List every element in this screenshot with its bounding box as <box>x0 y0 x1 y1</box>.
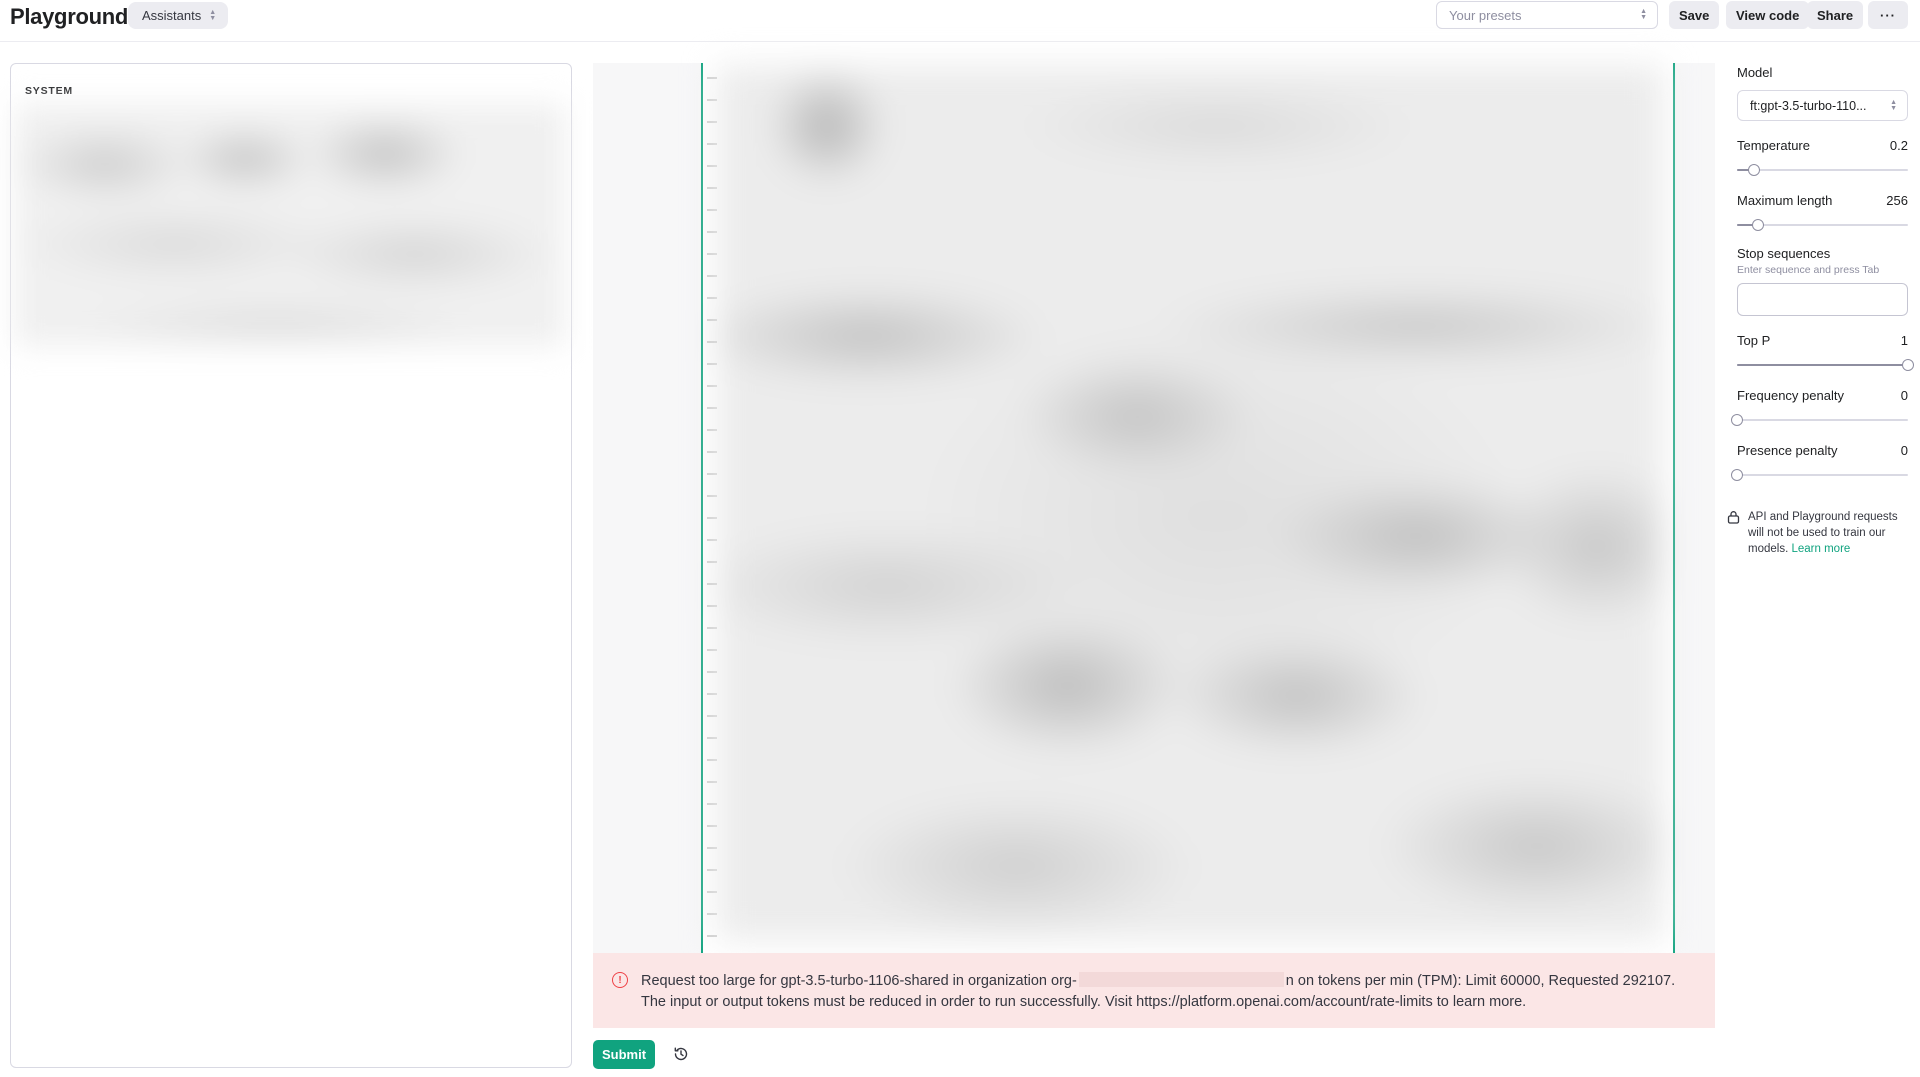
max-length-value[interactable]: 256 <box>1886 193 1908 208</box>
save-button[interactable]: Save <box>1669 1 1720 29</box>
top-header: Playground Assistants ▲ ▼ Your presets ▲ ▼… <box>0 0 1920 42</box>
submit-button[interactable]: Submit <box>593 1040 655 1069</box>
error-message: Request too large for gpt-3.5-turbo-1106… <box>641 971 1681 1013</box>
more-icon: ··· <box>1880 7 1896 23</box>
temperature-control: Temperature 0.2 <box>1737 138 1908 176</box>
chevron-updown-icon: ▲ ▼ <box>1890 98 1897 112</box>
system-label: SYSTEM <box>25 85 73 97</box>
slider-thumb[interactable] <box>1731 469 1743 481</box>
frequency-penalty-slider[interactable] <box>1731 414 1908 426</box>
presence-penalty-control: Presence penalty 0 <box>1731 443 1908 481</box>
slider-thumb[interactable] <box>1752 219 1765 231</box>
presets-placeholder: Your presets <box>1449 7 1522 23</box>
view-code-button[interactable]: View code <box>1726 1 1810 29</box>
chevron-updown-icon: ▲ ▼ <box>209 8 217 22</box>
user-message-editor[interactable] <box>701 63 1675 953</box>
temperature-value[interactable]: 0.2 <box>1890 138 1908 153</box>
alert-circle-icon: ! <box>612 972 628 988</box>
top-p-label: Top P <box>1737 333 1771 348</box>
top-p-slider[interactable] <box>1737 359 1914 371</box>
history-icon <box>674 1047 688 1061</box>
system-prompt-text-blurred[interactable] <box>15 104 565 346</box>
max-length-control: Maximum length 256 <box>1737 193 1908 231</box>
stop-sequences-input[interactable] <box>1737 283 1908 316</box>
stop-sequences-label: Stop sequences <box>1737 246 1831 261</box>
max-length-slider[interactable] <box>1737 219 1908 231</box>
learn-more-link[interactable]: Learn more <box>1791 543 1850 555</box>
conversation-area <box>593 63 1715 953</box>
slider-thumb[interactable] <box>1902 359 1914 371</box>
redacted-org-id <box>1078 972 1284 987</box>
stop-sequences-control: Stop sequences Enter sequence and press … <box>1737 246 1908 316</box>
message-text-edge <box>707 63 717 953</box>
mode-selector[interactable]: Assistants ▲ ▼ <box>128 2 229 29</box>
top-p-value[interactable]: 1 <box>1901 333 1908 348</box>
slider-thumb[interactable] <box>1731 414 1743 426</box>
model-select[interactable]: ft:gpt-3.5-turbo-110... ▲ ▼ <box>1737 90 1908 121</box>
slider-fill <box>1737 364 1908 366</box>
top-p-control: Top P 1 <box>1737 333 1914 371</box>
frequency-penalty-control: Frequency penalty 0 <box>1731 388 1908 426</box>
slider-track <box>1737 169 1908 171</box>
model-label: Model <box>1737 65 1773 80</box>
slider-track <box>1737 474 1908 476</box>
slider-thumb[interactable] <box>1748 164 1761 176</box>
chevron-updown-icon: ▲ ▼ <box>1640 8 1647 21</box>
privacy-text-block: API and Playground requests will not be … <box>1748 509 1912 557</box>
frequency-penalty-label: Frequency penalty <box>1737 388 1844 403</box>
presence-penalty-slider[interactable] <box>1731 469 1908 481</box>
model-value: ft:gpt-3.5-turbo-110... <box>1750 98 1867 113</box>
system-panel[interactable]: SYSTEM <box>10 63 572 1068</box>
error-text-before: Request too large for gpt-3.5-turbo-1106… <box>641 973 1077 989</box>
presets-select[interactable]: Your presets ▲ ▼ <box>1436 1 1658 29</box>
presence-penalty-label: Presence penalty <box>1737 443 1838 458</box>
more-options-button[interactable]: ··· <box>1868 1 1908 29</box>
history-button[interactable] <box>670 1043 692 1065</box>
stop-sequences-hint: Enter sequence and press Tab <box>1737 264 1880 276</box>
temperature-label: Temperature <box>1737 138 1810 153</box>
presence-penalty-value[interactable]: 0 <box>1901 443 1908 458</box>
page-title: Playground <box>10 4 129 29</box>
error-banner: ! Request too large for gpt-3.5-turbo-11… <box>593 953 1715 1028</box>
mode-selector-label: Assistants <box>142 8 202 23</box>
max-length-label: Maximum length <box>1737 193 1833 208</box>
share-button[interactable]: Share <box>1807 1 1864 29</box>
privacy-notice: API and Playground requests will not be … <box>1727 509 1912 557</box>
user-message-text-blurred[interactable] <box>717 66 1663 940</box>
temperature-slider[interactable] <box>1737 164 1908 176</box>
lock-icon <box>1727 511 1740 524</box>
slider-track <box>1737 419 1908 421</box>
frequency-penalty-value[interactable]: 0 <box>1901 388 1908 403</box>
